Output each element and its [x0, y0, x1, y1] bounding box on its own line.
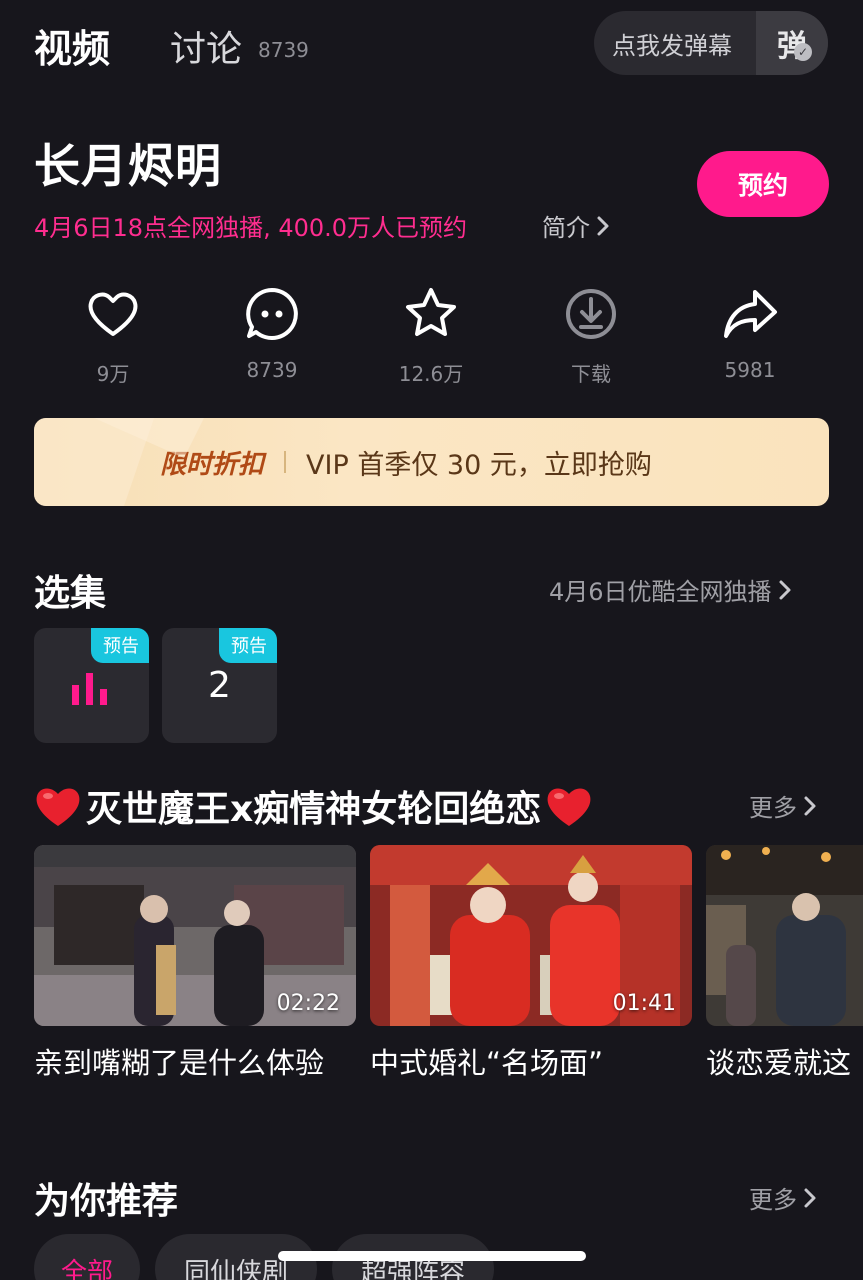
- tab-video[interactable]: 视频: [34, 18, 110, 73]
- share-icon: [724, 290, 777, 338]
- comment-action[interactable]: 8739: [212, 284, 332, 382]
- playlist-more-link[interactable]: 更多: [749, 788, 817, 823]
- recommend-more-label: 更多: [749, 1186, 797, 1214]
- episode-number: 2: [208, 665, 231, 706]
- intro-link[interactable]: 简介: [542, 208, 610, 243]
- episode-badge: 预告: [219, 628, 277, 663]
- favorite-count: 12.6万: [398, 362, 464, 386]
- episodes-title: 选集: [34, 573, 107, 614]
- red-heart-icon: [36, 788, 80, 826]
- chevron-right-icon: [804, 796, 816, 815]
- playlist-more-label: 更多: [749, 794, 797, 822]
- heart-icon: [88, 292, 138, 336]
- video-caption[interactable]: 中式婚礼“名场面”: [370, 1040, 603, 1082]
- chevron-right-icon: [597, 216, 609, 235]
- video-thumbnail[interactable]: 02:22: [34, 845, 356, 1026]
- discuss-count: 8739: [258, 38, 309, 62]
- recommend-more-link[interactable]: 更多: [749, 1180, 817, 1215]
- playing-bars-icon: [71, 672, 107, 705]
- share-action[interactable]: 5981: [690, 284, 810, 382]
- episode-card-2[interactable]: 预告 2: [162, 628, 277, 743]
- share-count: 5981: [724, 358, 776, 382]
- video-thumbnail[interactable]: 01:41: [370, 845, 692, 1026]
- vip-text: VIP 首季仅 30 元，立即抢购: [306, 449, 652, 481]
- episodes-link[interactable]: 4月6日优酷全网独播: [549, 572, 792, 607]
- like-count: 9万: [96, 362, 130, 386]
- intro-label: 简介: [542, 214, 590, 242]
- filter-chip-all[interactable]: 全部: [34, 1234, 140, 1280]
- star-icon: [406, 288, 456, 336]
- banner-decoration: [34, 418, 204, 506]
- download-icon: [566, 289, 616, 339]
- playlist-title: 灭世魔王x痴情神女轮回绝恋: [86, 789, 542, 830]
- video-caption[interactable]: 谈恋爱就这: [706, 1040, 863, 1082]
- filter-chip-label: 同仙侠剧: [183, 1258, 288, 1280]
- video-thumbnail-image: [706, 845, 863, 1026]
- danmu-input-pill[interactable]: 点我发弹幕 弹 ✓: [594, 11, 828, 75]
- show-title: 长月烬明: [34, 139, 222, 193]
- episode-badge: 预告: [91, 628, 149, 663]
- filter-chip-label: 全部: [60, 1258, 113, 1280]
- download-action[interactable]: 下载: [531, 284, 651, 387]
- chevron-right-icon: [804, 1188, 816, 1207]
- download-label: 下载: [571, 362, 611, 386]
- video-caption[interactable]: 亲到嘴糊了是什么体验: [34, 1040, 324, 1082]
- episode-card-1[interactable]: 预告: [34, 628, 149, 743]
- comment-count: 8739: [246, 358, 298, 382]
- home-indicator[interactable]: [278, 1251, 586, 1261]
- danmu-toggle-button[interactable]: 弹 ✓: [756, 11, 828, 75]
- premiere-info: 4月6日18点全网独播, 400.0万人已预约: [34, 214, 468, 242]
- video-thumbnail[interactable]: [706, 845, 863, 1026]
- vip-divider: [284, 451, 287, 473]
- reserve-button[interactable]: 预约: [697, 151, 829, 217]
- video-duration: 02:22: [276, 991, 340, 1016]
- recommend-title: 为你推荐: [34, 1181, 179, 1222]
- chevron-right-icon: [779, 580, 791, 599]
- video-duration: 01:41: [612, 991, 676, 1016]
- check-icon: ✓: [794, 43, 812, 61]
- comment-icon: [246, 288, 298, 340]
- playlist-header: 灭世魔王x痴情神女轮回绝恋: [34, 780, 593, 832]
- episodes-link-label: 4月6日优酷全网独播: [549, 578, 772, 606]
- vip-promo-banner[interactable]: 限时折扣 VIP 首季仅 30 元，立即抢购: [34, 418, 829, 506]
- favorite-action[interactable]: 12.6万: [371, 284, 491, 387]
- tab-discuss[interactable]: 讨论: [170, 20, 242, 72]
- red-heart-icon: [547, 788, 591, 826]
- like-action[interactable]: 9万: [53, 284, 173, 387]
- danmu-placeholder[interactable]: 点我发弹幕: [594, 26, 756, 61]
